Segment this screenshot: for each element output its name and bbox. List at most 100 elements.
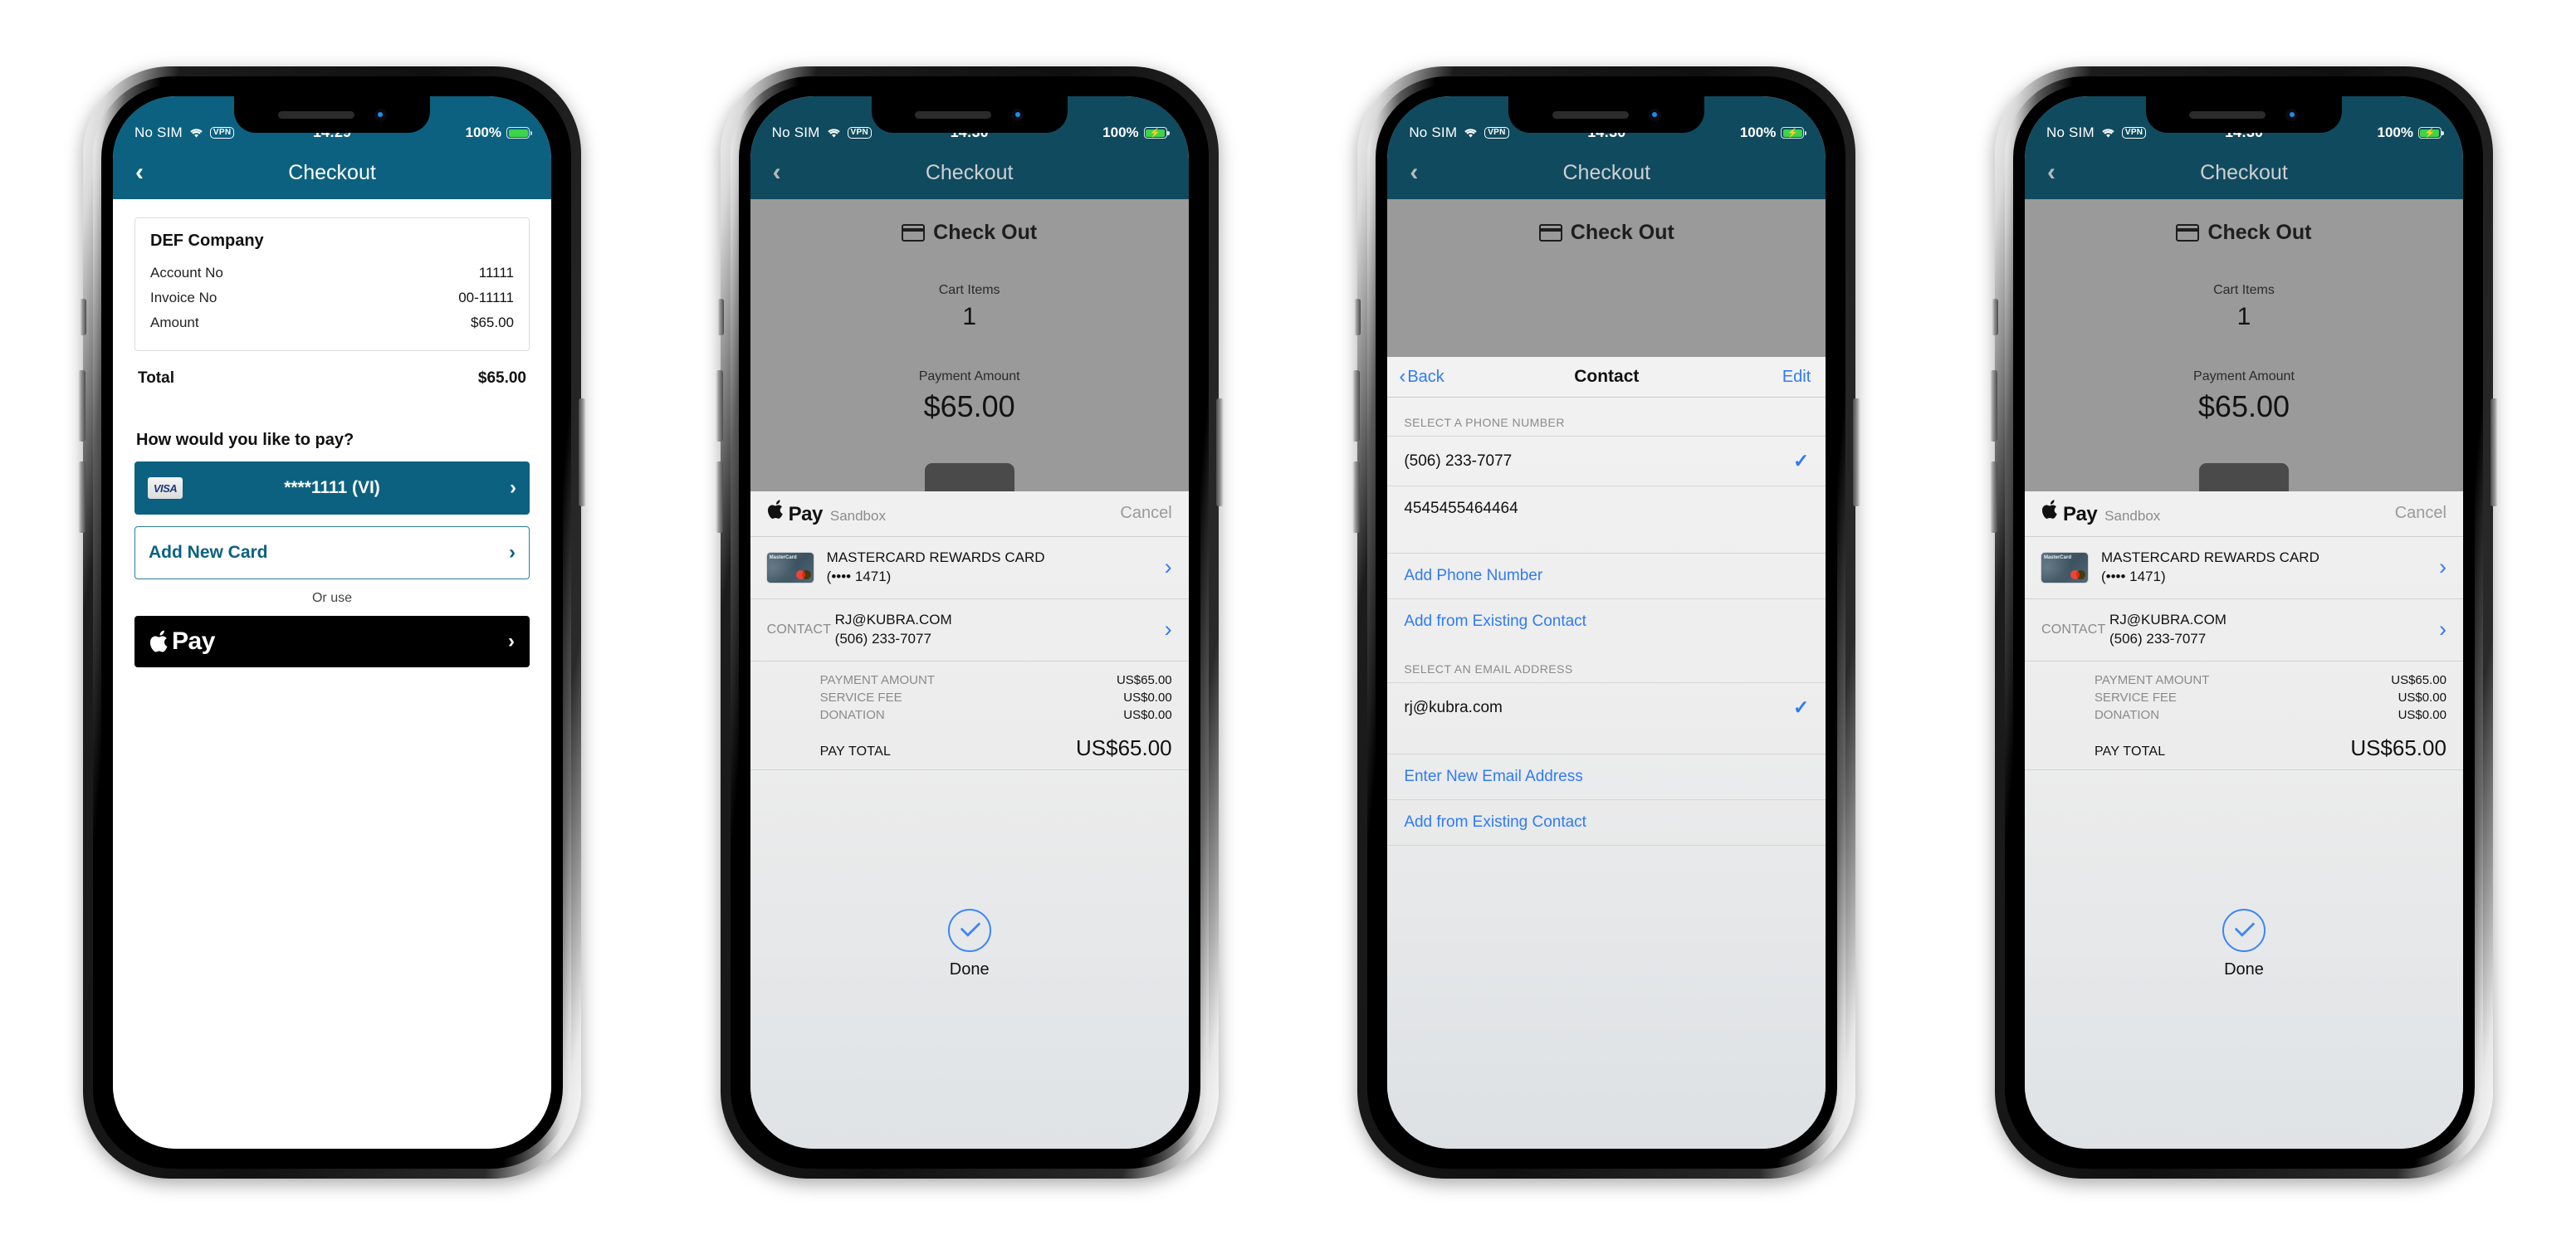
silent-switch[interactable]: [716, 299, 724, 335]
apple-pay-sheet: Pay Sandbox Cancel MasterCard MASTERCARD…: [2024, 491, 2463, 1149]
done-label: Done: [2224, 960, 2264, 979]
payment-card-text: MASTERCARD REWARDS CARD (•••• 1471): [827, 549, 1045, 587]
enter-new-email-label: Enter New Email Address: [1404, 768, 1583, 785]
chevron-right-icon: ›: [508, 630, 515, 652]
payment-amount-label: PAYMENT AMOUNT: [2094, 672, 2210, 687]
add-phone-number-button[interactable]: Add Phone Number: [1387, 553, 1826, 598]
add-new-card-button[interactable]: Add New Card ›: [134, 526, 530, 579]
sheet-filler: [1387, 845, 1826, 1149]
or-use-label: Or use: [311, 591, 352, 605]
apple-pay-word: Pay: [788, 503, 824, 525]
contact-email: RJ@KUBRA.COM: [834, 611, 952, 627]
silent-switch[interactable]: [80, 299, 86, 335]
contact-tag: CONTACT: [2041, 622, 2106, 637]
check-circle-icon: [947, 909, 991, 953]
add-from-existing-contact-email-button[interactable]: Add from Existing Contact: [1387, 799, 1826, 845]
phone-option-value: 4545455464464: [1404, 500, 1518, 517]
phone-section-header: SELECT A PHONE NUMBER: [1404, 416, 1565, 429]
apple-pay-button[interactable]: Pay ›: [134, 616, 530, 667]
earpiece-speaker-icon: [1552, 110, 1629, 119]
list-item[interactable]: (506) 233-7077 ✓: [1387, 436, 1826, 486]
check-icon: ✓: [1793, 696, 1810, 718]
credit-card-icon: [2176, 224, 2200, 242]
screenshot-stage: No SIM VPN 14:29 100% ‹ Checkout DEF Com…: [0, 0, 2576, 1245]
check-circle-icon: [2222, 909, 2266, 953]
nav-bar: ‹ Checkout: [1387, 146, 1826, 199]
saved-card-label: ****1111 (VI): [284, 478, 380, 497]
apple-logo-icon: [767, 500, 783, 519]
list-item[interactable]: 4545455464464: [1387, 486, 1826, 531]
contact-phone: (506) 233-7077: [2109, 630, 2207, 647]
table-row: Amount $65.00: [150, 310, 514, 335]
chevron-right-icon: ›: [1164, 617, 1172, 642]
card-name: MASTERCARD REWARDS CARD: [826, 549, 1045, 565]
saved-card-button[interactable]: VISA ****1111 (VI) ›: [134, 461, 530, 515]
list-item[interactable]: rj@kubra.com ✓: [1387, 682, 1826, 732]
volume-down-button[interactable]: [1989, 461, 1997, 533]
payment-amount-value: US$65.00: [2391, 672, 2446, 687]
payment-card-row[interactable]: MasterCard MASTERCARD REWARDS CARD (••••…: [750, 537, 1189, 599]
service-fee-label: SERVICE FEE: [819, 690, 902, 705]
earpiece-speaker-icon: [277, 110, 354, 119]
table-row: Account No 11111: [150, 261, 514, 286]
contact-row[interactable]: CONTACT RJ@KUBRA.COM (506) 233-7077 ›: [750, 599, 1189, 662]
mastercard-icon: MasterCard: [766, 552, 814, 583]
volume-up-button[interactable]: [1989, 370, 1997, 442]
check-icon: ✓: [1793, 450, 1810, 471]
volume-up-button[interactable]: [715, 370, 723, 442]
contact-text: RJ@KUBRA.COM (506) 233-7077: [2109, 611, 2227, 649]
apple-pay-word: Pay: [2062, 503, 2098, 525]
page-title: Checkout: [1562, 160, 1651, 184]
pay-total-label: PAY TOTAL: [2094, 744, 2166, 759]
volume-down-button[interactable]: [1352, 461, 1361, 533]
phone-1-screen: No SIM VPN 14:29 100% ‹ Checkout DEF Com…: [113, 96, 551, 1149]
payment-amount-label: PAYMENT AMOUNT: [819, 672, 936, 687]
service-fee-value: US$0.00: [2398, 690, 2446, 705]
earpiece-speaker-icon: [915, 110, 992, 119]
phone-2: No SIM VPN 14:30 100% ⚡ ‹ Checkout Check…: [687, 42, 1252, 1204]
card-name: MASTERCARD REWARDS CARD: [2100, 549, 2319, 565]
cart-items-label: Cart Items: [2213, 283, 2275, 297]
checkout-heading: Check Out: [2025, 199, 2463, 245]
apple-logo-icon: [149, 630, 168, 652]
power-button[interactable]: [1215, 398, 1224, 506]
contact-phone: (506) 233-7077: [834, 630, 931, 647]
apple-logo-icon: [2041, 500, 2057, 519]
phone-3-screen: No SIM VPN 14:30 100% ⚡ ‹ Checkout Check…: [1387, 96, 1826, 1149]
contact-row[interactable]: CONTACT RJ@KUBRA.COM (506) 233-7077 ›: [2024, 599, 2463, 662]
invoice-no-label: Invoice No: [150, 290, 218, 305]
checkout-body: DEF Company Account No 11111 Invoice No …: [113, 217, 551, 1149]
totals-section: PAYMENT AMOUNT US$65.00 SERVICE FEE US$0…: [750, 662, 1189, 770]
contact-text: RJ@KUBRA.COM (506) 233-7077: [835, 611, 952, 649]
volume-down-button[interactable]: [715, 461, 723, 533]
enter-new-email-button[interactable]: Enter New Email Address: [1387, 754, 1826, 799]
card-number: (•••• 1471): [826, 568, 892, 584]
volume-down-button[interactable]: [78, 461, 86, 533]
notch: [1508, 96, 1705, 133]
power-button[interactable]: [579, 398, 586, 506]
table-row: SERVICE FEE US$0.00: [767, 689, 1172, 706]
amount-label: Amount: [150, 315, 199, 330]
cancel-button[interactable]: Cancel: [1120, 504, 1171, 523]
done-indicator: Done: [2025, 770, 2463, 1149]
power-button[interactable]: [2490, 398, 2498, 506]
cancel-button[interactable]: Cancel: [2395, 504, 2446, 523]
contact-nav-bar: ‹ Back Contact Edit: [1387, 357, 1826, 398]
silent-switch[interactable]: [1354, 299, 1361, 335]
payment-card-row[interactable]: MasterCard MASTERCARD REWARDS CARD (••••…: [2024, 537, 2463, 599]
total-value: $65.00: [477, 369, 526, 387]
payment-amount-value: $65.00: [923, 389, 1015, 423]
add-from-existing-contact-phone-button[interactable]: Add from Existing Contact: [1387, 598, 1826, 644]
volume-up-button[interactable]: [1352, 370, 1361, 442]
payment-amount-label: Payment Amount: [2193, 369, 2295, 383]
silent-switch[interactable]: [1991, 299, 1998, 335]
power-button[interactable]: [1853, 398, 1861, 506]
page-title: Checkout: [288, 160, 376, 184]
table-row: DONATION US$0.00: [767, 706, 1172, 724]
front-camera-icon: [1648, 108, 1661, 121]
payment-amount-label: Payment Amount: [918, 369, 1020, 383]
volume-up-button[interactable]: [78, 370, 86, 442]
apple-pay-logo: Pay: [149, 627, 215, 656]
front-camera-icon: [2285, 108, 2299, 121]
